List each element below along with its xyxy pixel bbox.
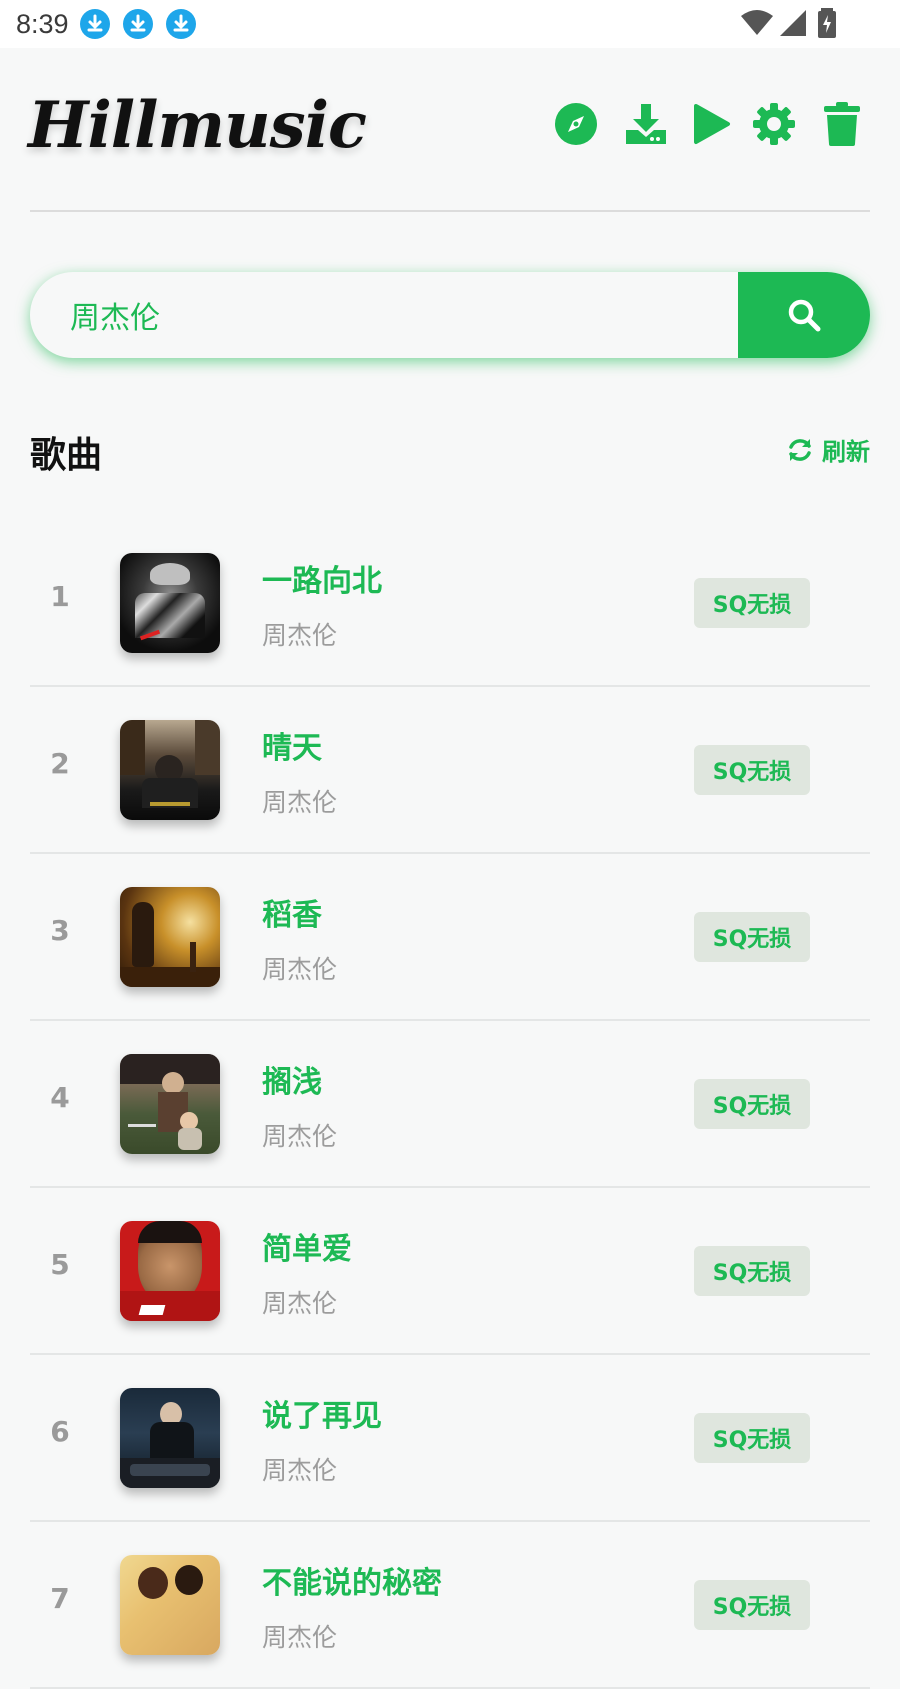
header-divider: [30, 210, 870, 212]
song-title: 搁浅: [262, 1065, 322, 1100]
song-index: 6: [50, 1415, 70, 1448]
download-notification-icon: [80, 9, 110, 39]
album-cover: [120, 1054, 220, 1154]
status-time: 8:39: [16, 9, 69, 39]
song-row[interactable]: 7 不能说的秘密 周杰伦 SQ无损: [30, 1522, 870, 1689]
album-cover: [120, 553, 220, 653]
quality-badge: SQ无损: [694, 1246, 810, 1296]
song-row[interactable]: 5 简单爱 周杰伦 SQ无损: [30, 1188, 870, 1355]
signal-icon: [780, 10, 806, 36]
song-title: 说了再见: [262, 1399, 382, 1434]
song-artist: 周杰伦: [262, 788, 338, 817]
download-notification-icon: [123, 9, 153, 39]
quality-badge: SQ无损: [694, 745, 810, 795]
song-artist: 周杰伦: [262, 1122, 338, 1151]
song-artist: 周杰伦: [262, 621, 338, 650]
explore-compass-icon[interactable]: [554, 102, 602, 150]
status-bar: 8:39: [0, 0, 900, 48]
app-logo: Hillmusic: [28, 88, 367, 163]
album-cover: [120, 720, 220, 820]
wifi-icon: [741, 10, 773, 35]
song-title: 简单爱: [262, 1232, 352, 1267]
system-indicators: [740, 0, 900, 48]
quality-badge: SQ无损: [694, 578, 810, 628]
trash-icon[interactable]: [822, 102, 870, 150]
refresh-icon: [789, 438, 811, 461]
play-icon[interactable]: [692, 102, 740, 150]
search-input[interactable]: [30, 272, 738, 358]
song-artist: 周杰伦: [262, 955, 338, 984]
search-bar: [30, 272, 870, 358]
settings-gear-icon[interactable]: [752, 102, 800, 150]
search-icon: [788, 299, 821, 332]
song-artist: 周杰伦: [262, 1289, 338, 1318]
app-header: Hillmusic: [0, 48, 900, 212]
song-row[interactable]: 6 说了再见 周杰伦 SQ无损: [30, 1355, 870, 1522]
song-index: 5: [50, 1248, 70, 1281]
song-artist: 周杰伦: [262, 1456, 338, 1485]
song-row[interactable]: 4 搁浅 周杰伦 SQ无损: [30, 1021, 870, 1188]
song-title: 晴天: [262, 731, 322, 766]
battery-icon: [818, 8, 836, 38]
song-artist: 周杰伦: [262, 1623, 338, 1652]
quality-badge: SQ无损: [694, 1079, 810, 1129]
album-cover: [120, 887, 220, 987]
download-icon[interactable]: [624, 102, 672, 150]
album-cover: [120, 1388, 220, 1488]
quality-badge: SQ无损: [694, 1580, 810, 1630]
section-title: 歌曲: [30, 435, 103, 476]
song-title: 一路向北: [262, 564, 382, 599]
song-row[interactable]: 3 稻香 周杰伦 SQ无损: [30, 854, 870, 1021]
song-title: 稻香: [262, 898, 322, 933]
quality-badge: SQ无损: [694, 1413, 810, 1463]
song-row[interactable]: 2 晴天 周杰伦 SQ无损: [30, 687, 870, 854]
quality-badge: SQ无损: [694, 912, 810, 962]
song-list: 1 一路向北 周杰伦 SQ无损 2 晴天 周杰伦 SQ无损 3 稻香 周杰伦 S…: [30, 520, 870, 1689]
refresh-button[interactable]: 刷新: [786, 432, 870, 467]
search-button[interactable]: [738, 272, 870, 358]
song-index: 1: [50, 580, 70, 613]
song-index: 2: [50, 747, 70, 780]
song-title: 不能说的秘密: [262, 1566, 442, 1601]
refresh-label: 刷新: [822, 438, 870, 466]
album-cover: [120, 1221, 220, 1321]
song-index: 3: [50, 914, 70, 947]
download-notification-icon: [166, 9, 196, 39]
song-index: 7: [50, 1582, 70, 1615]
album-cover: [120, 1555, 220, 1655]
song-row[interactable]: 1 一路向北 周杰伦 SQ无损: [30, 520, 870, 687]
song-index: 4: [50, 1081, 70, 1114]
